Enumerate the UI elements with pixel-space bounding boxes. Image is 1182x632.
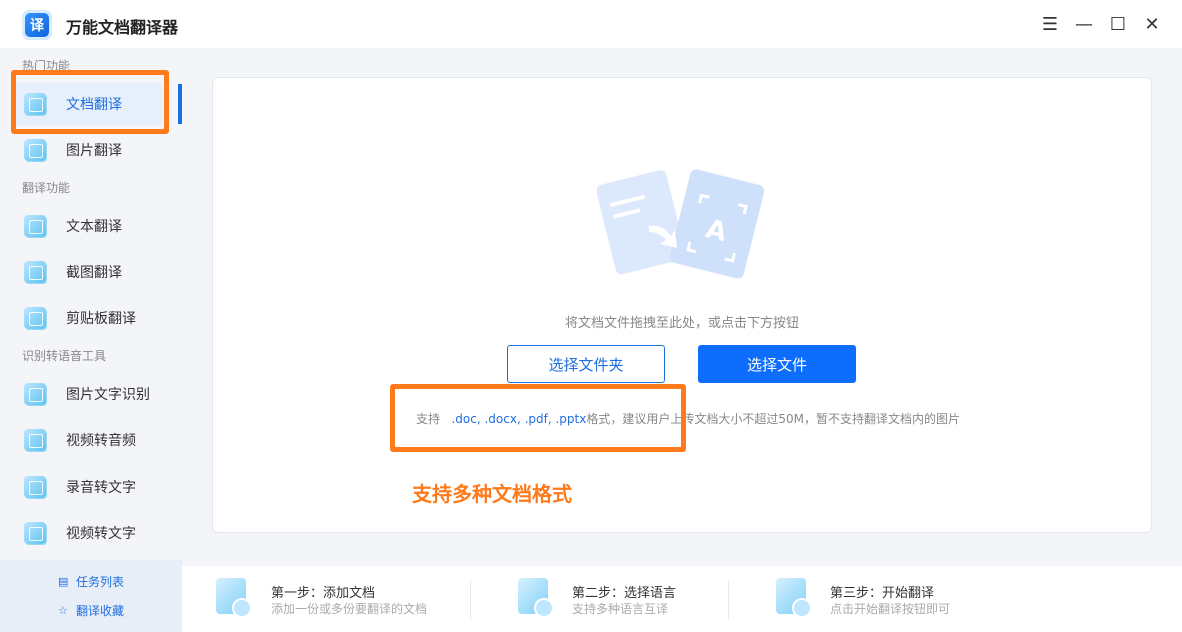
- sidebar-item-screenshot-translate[interactable]: 截图翻译: [14, 250, 162, 294]
- sidebar-item-ocr[interactable]: 图片文字识别: [14, 372, 162, 416]
- document-upload-illustration-icon: A: [597, 169, 765, 279]
- task-list-label: 任务列表: [76, 575, 125, 589]
- close-icon[interactable]: ✕: [1140, 12, 1164, 36]
- sidebar-item-label: 剪贴板翻译: [66, 311, 136, 327]
- clipboard-translate-icon: [24, 307, 46, 329]
- favorites-link[interactable]: ☆ 翻译收藏: [58, 602, 124, 619]
- sidebar-item-label: 视频转文字: [66, 526, 136, 542]
- annotation-text: 支持多种文档格式: [412, 482, 572, 506]
- sidebar-item-video-to-audio[interactable]: 视频转音频: [14, 418, 162, 462]
- sidebar-item-image-translate[interactable]: 图片翻译: [14, 128, 162, 172]
- title-bar: 译 万能文档翻译器 ☰ — ☐ ✕: [0, 0, 1182, 48]
- step-desc: 支持多种语言互译: [572, 602, 669, 616]
- step-title: 第二步：选择语言: [572, 586, 677, 601]
- image-translate-icon: [24, 139, 46, 161]
- maximize-icon[interactable]: ☐: [1106, 12, 1130, 36]
- sidebar-item-clipboard-translate[interactable]: 剪贴板翻译: [14, 296, 162, 340]
- task-list-icon: ▤: [58, 574, 69, 588]
- drop-hint-text: 将文档文件拖拽至此处，或点击下方按钮: [564, 316, 799, 331]
- add-document-icon: [216, 578, 252, 618]
- step-desc: 点击开始翻译按钮即可: [830, 602, 951, 616]
- favorites-label: 翻译收藏: [76, 604, 125, 618]
- sidebar-item-label: 图片翻译: [66, 143, 122, 159]
- text-translate-icon: [24, 215, 46, 237]
- menu-icon[interactable]: ☰: [1038, 12, 1062, 36]
- select-file-button[interactable]: 选择文件: [698, 345, 856, 383]
- sidebar-item-audio-to-text[interactable]: 录音转文字: [14, 465, 162, 509]
- task-list-link[interactable]: ▤ 任务列表: [58, 573, 124, 590]
- sidebar-bottom: [0, 560, 182, 632]
- video-to-audio-icon: [24, 429, 46, 451]
- steps-bar: 第一步：添加文档 添加一份或多份要翻译的文档 第二步：选择语言 支持多种语言互译…: [182, 566, 1182, 632]
- active-indicator: [178, 84, 182, 124]
- sidebar-item-video-to-text[interactable]: 视频转文字: [14, 511, 162, 555]
- app-logo-icon: 译: [22, 10, 52, 40]
- minimize-icon[interactable]: —: [1072, 12, 1096, 36]
- start-translate-icon: [776, 578, 812, 618]
- sidebar-item-label: 图片文字识别: [66, 387, 150, 403]
- highlight-box-document-translate: [11, 70, 169, 134]
- step-title: 第一步：添加文档: [271, 586, 376, 601]
- sidebar-item-label: 录音转文字: [66, 480, 136, 496]
- sidebar-item-label: 文本翻译: [66, 219, 122, 235]
- sidebar-item-label: 视频转音频: [66, 433, 136, 449]
- step-desc: 添加一份或多份要翻译的文档: [271, 602, 428, 616]
- sidebar-item-text-translate[interactable]: 文本翻译: [14, 204, 162, 248]
- sidebar-item-label: 截图翻译: [66, 265, 122, 281]
- app-title: 万能文档翻译器: [66, 18, 179, 37]
- select-language-icon: [518, 578, 554, 618]
- step-title: 第三步：开始翻译: [830, 586, 935, 601]
- video-to-text-icon: [24, 522, 46, 544]
- star-icon: ☆: [58, 603, 68, 617]
- section-recognition-tools: 识别转语音工具: [22, 349, 107, 363]
- drop-zone[interactable]: [212, 77, 1152, 533]
- step-divider: [470, 580, 471, 620]
- select-folder-button[interactable]: 选择文件夹: [507, 345, 665, 383]
- highlight-box-formats: [390, 384, 686, 452]
- step-divider: [728, 580, 729, 620]
- ocr-icon: [24, 383, 46, 405]
- screenshot-translate-icon: [24, 261, 46, 283]
- section-translate-features: 翻译功能: [22, 181, 71, 195]
- audio-to-text-icon: [24, 476, 46, 498]
